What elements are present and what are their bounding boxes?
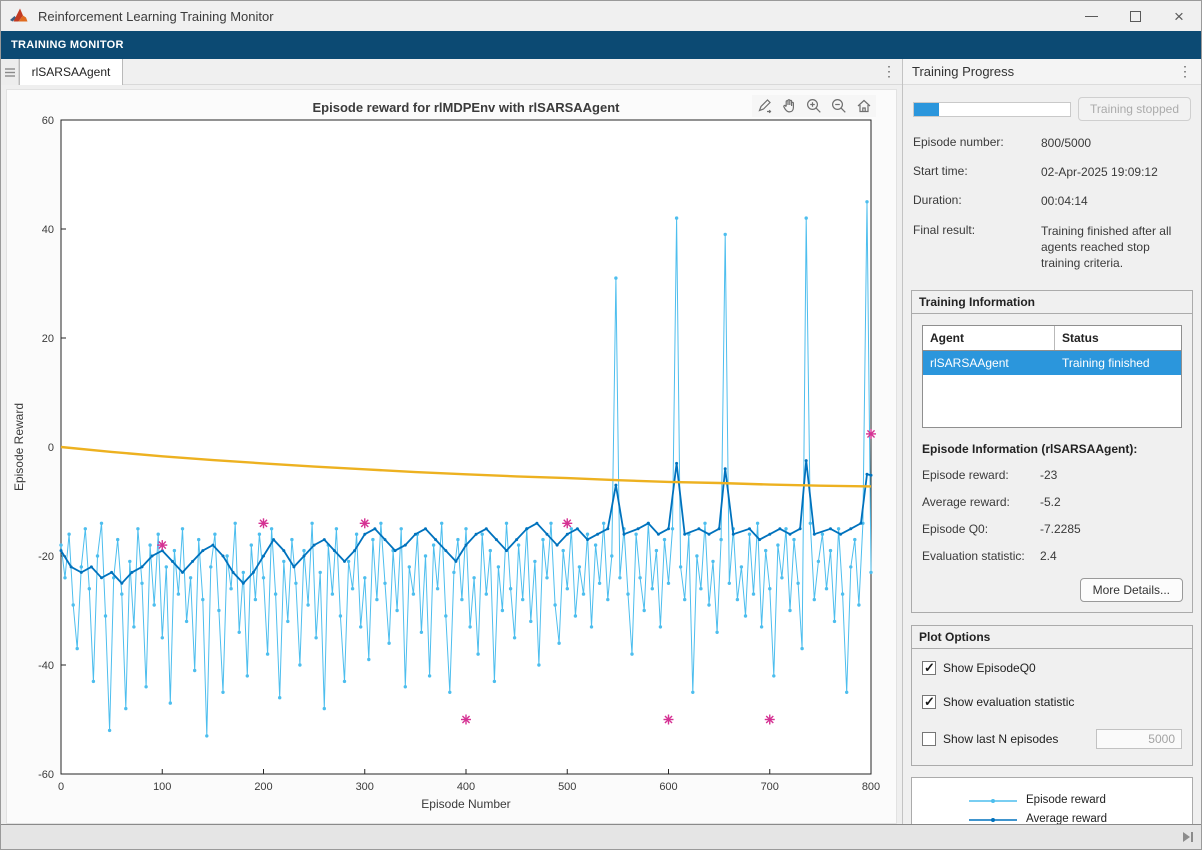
show-evaluation-statistic-row: Show evaluation statistic xyxy=(922,695,1182,709)
svg-text:-60: -60 xyxy=(38,769,54,781)
matlab-logo-icon xyxy=(10,7,30,25)
training-information-title: Training Information xyxy=(912,291,1192,314)
agent-status-table: Agent Status rlSARSAAgent Training finis… xyxy=(922,325,1182,428)
episode-reward-line-sample-icon xyxy=(969,795,1017,807)
show-evaluation-statistic-checkbox[interactable] xyxy=(922,695,936,709)
svg-text:20: 20 xyxy=(42,333,54,345)
title-bar: Reinforcement Learning Training Monitor … xyxy=(1,1,1201,31)
training-progress-bar xyxy=(913,102,1071,117)
episode-reward-row: Episode reward: -23 xyxy=(922,468,1182,482)
evaluation-statistic-row: Evaluation statistic: 2.4 xyxy=(922,549,1182,563)
svg-text:-40: -40 xyxy=(38,660,54,672)
plot-options-group: Plot Options Show EpisodeQ0 Show evaluat… xyxy=(911,625,1193,766)
table-row[interactable]: rlSARSAAgent Training finished xyxy=(923,351,1181,375)
svg-text:800: 800 xyxy=(862,781,880,793)
toolstrip-tab-training-monitor[interactable]: TRAINING MONITOR xyxy=(1,39,124,51)
episode-q0-value: -7.2285 xyxy=(1040,522,1081,536)
document-list-button[interactable] xyxy=(1,59,19,85)
svg-text:500: 500 xyxy=(558,781,576,793)
minimize-icon xyxy=(1085,16,1098,17)
svg-text:0: 0 xyxy=(58,781,64,793)
episode-reward-chart[interactable]: 0 100 200 300 400 500 600 700 800 -60 -40 -20 0 20 40 6… xyxy=(7,90,896,823)
tab-rlsarsaagent[interactable]: rlSARSAAgent xyxy=(19,59,123,85)
svg-text:40: 40 xyxy=(42,224,54,236)
training-progress-panel: Training Progress ⋮ Training stopped Epi… xyxy=(903,59,1201,824)
average-reward-row: Average reward: -5.2 xyxy=(922,495,1182,509)
document-area: rlSARSAAgent ⋮ Episode reward for rlMDPE… xyxy=(1,59,903,824)
episode-reward-value: -23 xyxy=(1040,468,1057,482)
status-bar xyxy=(1,824,1201,849)
episode-number-value: 800/5000 xyxy=(1041,135,1191,151)
training-stopped-button: Training stopped xyxy=(1078,97,1191,121)
svg-text:100: 100 xyxy=(153,781,171,793)
svg-text:300: 300 xyxy=(356,781,374,793)
show-last-n-episodes-row: Show last N episodes xyxy=(922,729,1182,749)
svg-text:200: 200 xyxy=(254,781,272,793)
minimize-button[interactable] xyxy=(1069,1,1113,31)
document-actions-menu[interactable]: ⋮ xyxy=(876,59,902,84)
duration-value: 00:04:14 xyxy=(1041,193,1191,209)
duration-row: Duration: 00:04:14 xyxy=(913,193,1191,209)
show-episodeq0-checkbox[interactable] xyxy=(922,661,936,675)
final-result-row: Final result: Training finished after al… xyxy=(913,223,1191,272)
svg-text:-20: -20 xyxy=(38,551,54,563)
final-result-value: Training finished after all agents reach… xyxy=(1041,223,1191,272)
start-time-value: 02-Apr-2025 19:09:12 xyxy=(1041,164,1191,180)
episode-q0-row: Episode Q0: -7.2285 xyxy=(922,522,1182,536)
list-icon xyxy=(5,68,15,77)
svg-text:600: 600 xyxy=(659,781,677,793)
close-button[interactable]: × xyxy=(1157,1,1201,31)
training-information-group: Training Information Agent Status rlSARS… xyxy=(911,290,1193,613)
svg-text:60: 60 xyxy=(42,115,54,127)
n-episodes-input[interactable] xyxy=(1096,729,1182,749)
evaluation-statistic-value: 2.4 xyxy=(1040,549,1057,563)
document-tab-bar: rlSARSAAgent ⋮ xyxy=(1,59,902,85)
maximize-button[interactable] xyxy=(1113,1,1157,31)
table-header-row: Agent Status xyxy=(923,326,1181,351)
app-window: Reinforcement Learning Training Monitor … xyxy=(0,0,1202,850)
legend-item-episode-reward: Episode reward xyxy=(912,793,1192,808)
episode-information-title: Episode Information (rlSARSAAgent): xyxy=(922,442,1182,456)
table-empty-area xyxy=(923,375,1181,427)
panel-title: Training Progress xyxy=(912,64,1014,79)
episode-number-row: Episode number: 800/5000 xyxy=(913,135,1191,151)
toolstrip: TRAINING MONITOR xyxy=(1,31,1201,59)
agent-cell: rlSARSAAgent xyxy=(923,351,1055,375)
plot-options-title: Plot Options xyxy=(912,626,1192,649)
expand-icon[interactable] xyxy=(1181,831,1194,843)
status-cell: Training finished xyxy=(1055,351,1181,375)
average-reward-value: -5.2 xyxy=(1040,495,1061,509)
maximize-icon xyxy=(1130,11,1141,22)
more-details-button[interactable]: More Details... xyxy=(1080,578,1183,602)
show-last-n-episodes-checkbox[interactable] xyxy=(922,732,936,746)
start-time-row: Start time: 02-Apr-2025 19:09:12 xyxy=(913,164,1191,180)
figure-canvas[interactable]: Episode reward for rlMDPEnv with rlSARSA… xyxy=(6,89,897,824)
window-title: Reinforcement Learning Training Monitor xyxy=(38,9,274,24)
svg-text:0: 0 xyxy=(48,442,54,454)
svg-text:400: 400 xyxy=(457,781,475,793)
show-episodeq0-row: Show EpisodeQ0 xyxy=(922,661,1182,675)
svg-text:700: 700 xyxy=(761,781,779,793)
panel-header: Training Progress ⋮ xyxy=(903,59,1201,85)
close-icon: × xyxy=(1174,8,1184,25)
svg-text:Episode Number: Episode Number xyxy=(421,797,510,811)
panel-actions-menu[interactable]: ⋮ xyxy=(1178,63,1192,80)
svg-text:Episode Reward: Episode Reward xyxy=(12,403,26,491)
progress-fill xyxy=(914,103,939,116)
